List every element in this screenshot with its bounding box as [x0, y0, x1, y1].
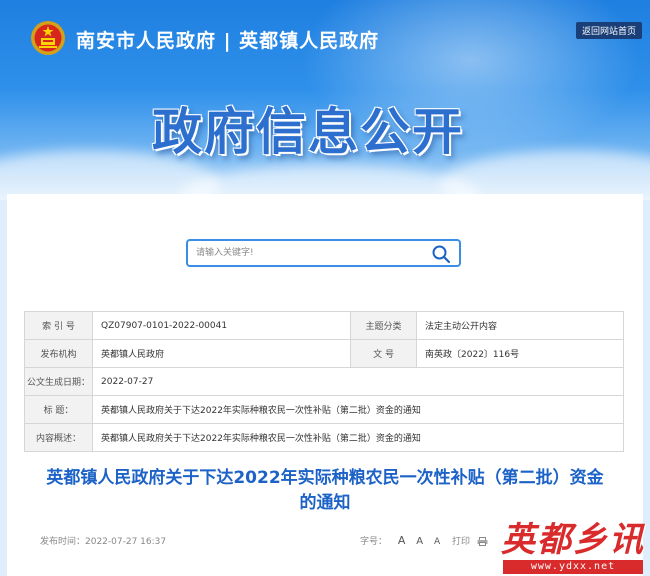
summary-label: 内容概述： [23, 423, 94, 452]
category-value: 法定主动公开内容 [416, 311, 624, 340]
national-emblem-icon [31, 21, 65, 55]
title-label: 标 题： [23, 395, 94, 424]
banner-title: 政府信息公开 [152, 103, 464, 161]
docno-value: 南英政〔2022〕116号 [416, 339, 624, 368]
header-banner: 南安市人民政府 | 英都镇人民政府 返回网站首页 政府信息公开 [0, 0, 650, 200]
publish-time: 发布时间：2022-07-27 16:37 [40, 537, 167, 547]
table-row: 发布机构 英都镇人民政府 文 号 南英政〔2022〕116号 [23, 339, 624, 368]
font-size-control: 字号： A A A [360, 534, 440, 547]
table-row: 标 题： 英都镇人民政府关于下达2022年实际种粮农民一次性补贴（第二批）资金的… [23, 395, 624, 424]
search-input[interactable] [196, 244, 426, 262]
table-row: 索 引 号 QZ07907-0101-2022-00041 主题分类 法定主动公… [23, 311, 624, 340]
index-value: QZ07907-0101-2022-00041 [92, 311, 352, 340]
summary-value: 英都镇人民政府关于下达2022年实际种粮农民一次性补贴（第二批）资金的通知 [92, 423, 624, 452]
font-medium-button[interactable]: A [416, 536, 423, 547]
table-row: 公文生成日期： 2022-07-27 [23, 367, 624, 396]
publisher-value: 英都镇人民政府 [92, 339, 352, 368]
index-label: 索 引 号 [23, 311, 94, 340]
article-title: 英都镇人民政府关于下达2022年实际种粮农民一次性补贴（第二批）资金 的通知 [30, 466, 620, 516]
font-small-button[interactable]: A [434, 537, 440, 547]
print-button[interactable]: 打印 [452, 534, 488, 547]
title-value: 英都镇人民政府关于下达2022年实际种粮农民一次性补贴（第二批）资金的通知 [92, 395, 624, 424]
watermark-text: 英都乡讯 [501, 520, 645, 560]
watermark-logo: 英都乡讯 www.ydxx.net [497, 512, 647, 576]
home-link-button[interactable]: 返回网站首页 [575, 22, 642, 39]
document-meta-table: 索 引 号 QZ07907-0101-2022-00041 主题分类 法定主动公… [23, 311, 624, 452]
font-size-label: 字号： [360, 537, 388, 547]
font-large-button[interactable]: A [398, 534, 406, 547]
date-value: 2022-07-27 [92, 367, 624, 396]
article-title-line: 英都镇人民政府关于下达2022年实际种粮农民一次性补贴（第二批）资金 [46, 468, 604, 488]
watermark-url: www.ydxx.net [503, 560, 643, 574]
date-label: 公文生成日期： [23, 367, 94, 396]
category-label: 主题分类 [350, 311, 418, 340]
search-icon[interactable] [431, 244, 451, 264]
print-label[interactable]: 打印 [452, 537, 470, 547]
table-row: 内容概述： 英都镇人民政府关于下达2022年实际种粮农民一次性补贴（第二批）资金… [23, 423, 624, 452]
publisher-label: 发布机构 [23, 339, 94, 368]
printer-icon[interactable] [477, 537, 488, 546]
docno-label: 文 号 [350, 339, 418, 368]
search-box[interactable] [186, 239, 461, 267]
site-name[interactable]: 南安市人民政府 | 英都镇人民政府 [76, 26, 379, 53]
